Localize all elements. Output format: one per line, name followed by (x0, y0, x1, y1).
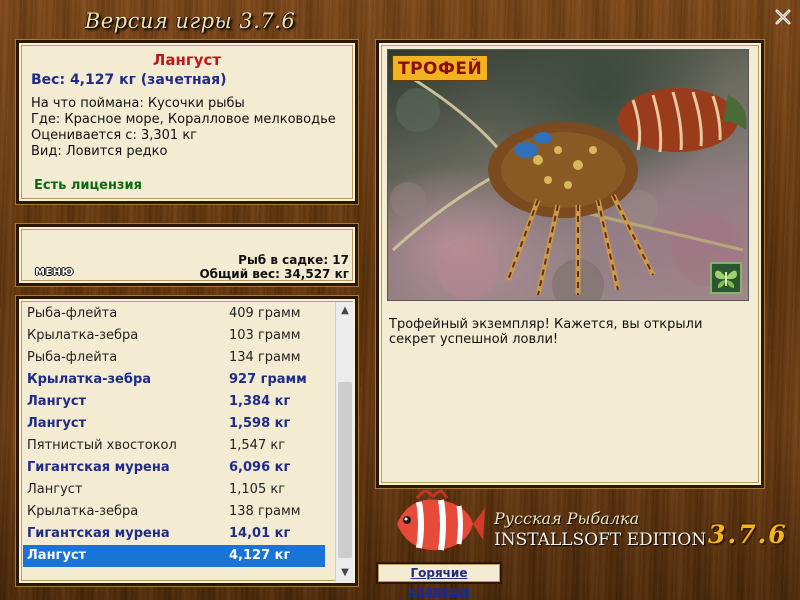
catch-row-name: Лангуст (27, 394, 87, 409)
catch-row-name: Крылатка-зебра (27, 372, 152, 387)
catch-row-weight: 138 грамм (229, 504, 301, 519)
fish-count: Рыб в садке: 17 (238, 253, 349, 267)
catch-list-panel: Рыба-флейта 409 грамм Крылатка-зебра 103 гр… (16, 296, 358, 586)
fish-logo (397, 490, 485, 551)
catch-row-weight: 409 грамм (229, 306, 301, 321)
close-button[interactable] (772, 6, 794, 28)
location-line: Где: Красное море, Коралловое мелководье (31, 112, 336, 127)
brand-title: Русская Рыбалка (494, 509, 640, 528)
catch-row-weight: 1,598 кг (229, 416, 291, 431)
butterfly-icon (715, 270, 737, 288)
menu-button[interactable]: МЕНЮ (35, 267, 74, 278)
catch-row-weight: 103 грамм (229, 328, 301, 343)
catch-row-weight: 134 грамм (229, 350, 301, 365)
detail-panel: ТРОФЕЙ Трофейный экземпляр! Кажется, вы … (376, 40, 764, 488)
license-status: Есть лицензия (34, 178, 142, 193)
trophy-badge: ТРОФЕЙ (392, 55, 489, 81)
catch-row[interactable]: Крылатка-зебра 138 грамм (23, 501, 325, 523)
total-weight: Общий вес: 34,527 кг (199, 267, 349, 281)
fish-name: Лангуст (152, 51, 222, 69)
catch-row[interactable]: Гигантская мурена 14,01 кг (23, 523, 325, 545)
catch-row-name: Гигантская мурена (27, 460, 170, 475)
bait-line: На что поймана: Кусочки рыбы (31, 96, 245, 111)
catch-row-name: Гигантская мурена (27, 526, 170, 541)
catch-row-weight: 1,547 кг (229, 438, 286, 453)
catch-row[interactable]: Рыба-флейта 409 грамм (23, 303, 325, 325)
scroll-down-icon[interactable]: ▼ (336, 564, 354, 582)
brand-version: 3.7.6 (708, 520, 788, 549)
catch-row-name: Лангуст (27, 482, 83, 497)
catch-row[interactable]: Крылатка-зебра 103 грамм (23, 325, 325, 347)
scrollbar[interactable]: ▲ ▼ (335, 302, 353, 582)
catch-row-name: Рыба-флейта (27, 306, 118, 321)
rating-line: Оценивается с: 3,301 кг (31, 128, 198, 143)
catch-row-name: Крылатка-зебра (27, 328, 139, 343)
lobster-photo: ТРОФЕЙ (387, 49, 749, 301)
catch-row-name: Лангуст (27, 548, 87, 563)
catch-row-weight: 927 грамм (229, 372, 307, 387)
catch-row[interactable]: Лангуст 1,105 кг (23, 479, 325, 501)
hotkeys-button[interactable]: Горячие клавиши (376, 562, 502, 598)
catch-row-name: Лангуст (27, 416, 87, 431)
detail-description: Трофейный экземпляр! Кажется, вы открыли… (389, 317, 703, 347)
catch-row-weight: 1,105 кг (229, 482, 286, 497)
catch-row-name: Пятнистый хвостокол (27, 438, 177, 453)
catch-row-weight: 4,127 кг (229, 548, 291, 563)
scroll-up-icon[interactable]: ▲ (336, 302, 354, 320)
brand-edition: INSTALLSOFT EDITION (494, 530, 707, 550)
catch-row[interactable]: Гигантская мурена 6,096 кг (23, 457, 325, 479)
catch-row-name: Рыба-флейта (27, 350, 118, 365)
catch-row[interactable]: Лангуст 1,598 кг (23, 413, 325, 435)
catch-list: Рыба-флейта 409 грамм Крылатка-зебра 103 гр… (23, 303, 325, 567)
catch-row-name: Крылатка-зебра (27, 504, 139, 519)
window-title: Версия игры 3.7.6 (84, 9, 296, 33)
catch-row[interactable]: Лангуст 1,384 кг (23, 391, 325, 413)
catch-row[interactable]: Пятнистый хвостокол 1,547 кг (23, 435, 325, 457)
catch-row-weight: 14,01 кг (229, 526, 291, 541)
butterfly-button[interactable] (710, 262, 742, 294)
close-icon (775, 9, 791, 25)
catch-row[interactable]: Лангуст 4,127 кг (23, 545, 325, 567)
catch-row-weight: 1,384 кг (229, 394, 291, 409)
keepnet-panel: МЕНЮ Рыб в садке: 17 Общий вес: 34,527 к… (16, 224, 358, 286)
kind-line: Вид: Ловится редко (31, 144, 168, 159)
catch-row[interactable]: Рыба-флейта 134 грамм (23, 347, 325, 369)
fish-info-panel: Лангуст Вес: 4,127 кг (зачетная) На что … (16, 40, 358, 204)
catch-row-weight: 6,096 кг (229, 460, 291, 475)
scroll-thumb[interactable] (338, 382, 352, 558)
lobster-image (390, 68, 747, 300)
catch-row[interactable]: Крылатка-зебра 927 грамм (23, 369, 325, 391)
fish-weight: Вес: 4,127 кг (зачетная) (31, 72, 227, 88)
